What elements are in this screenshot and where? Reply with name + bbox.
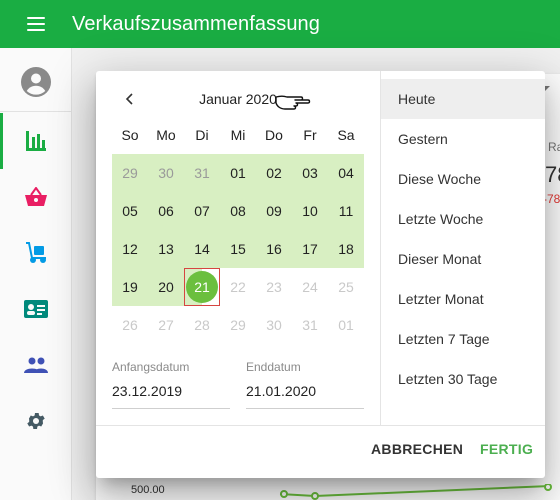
calendar-day[interactable]: 10: [292, 192, 328, 230]
pointing-hand-cursor-icon: [275, 95, 311, 110]
nav-customers[interactable]: [0, 337, 72, 393]
background-chart-line: [279, 484, 552, 500]
weekday-label: So: [121, 127, 139, 143]
calendar-day[interactable]: 11: [328, 192, 364, 230]
calendar-header: Januar 2020: [96, 83, 380, 115]
start-date-field[interactable]: 23.12.2019: [112, 383, 182, 399]
calendar-day[interactable]: 19: [112, 268, 148, 306]
nav-settings[interactable]: [0, 393, 72, 449]
calendar-day: 23: [266, 279, 282, 295]
calendar-day[interactable]: 08: [220, 192, 256, 230]
page-title: Verkaufszusammenfassung: [72, 12, 320, 35]
summary-label: Rab: [548, 140, 560, 154]
calendar-day[interactable]: 13: [148, 230, 184, 268]
done-button[interactable]: FERTIG: [480, 441, 533, 457]
calendar-day: 26: [122, 317, 138, 333]
preset-last-week[interactable]: Letzte Woche: [381, 199, 545, 239]
preset-last-month[interactable]: Letzter Monat: [381, 279, 545, 319]
nav-delivery[interactable]: [0, 225, 72, 281]
cancel-button[interactable]: ABBRECHEN: [371, 441, 463, 457]
calendar-day[interactable]: 05: [112, 192, 148, 230]
nav-shop[interactable]: [0, 169, 72, 225]
side-nav: [0, 48, 72, 500]
calendar-day[interactable]: 18: [328, 230, 364, 268]
calendar-day[interactable]: 02: [256, 154, 292, 192]
id-card-icon: [24, 300, 48, 318]
weekday-label: Mi: [230, 127, 246, 143]
calendar-day: 28: [194, 317, 210, 333]
calendar-day[interactable]: 03: [292, 154, 328, 192]
calendar-day-selected[interactable]: 21: [184, 268, 220, 306]
preset-this-month[interactable]: Dieser Monat: [381, 239, 545, 279]
app-bar: Verkaufszusammenfassung: [0, 0, 560, 48]
nav-employees[interactable]: [0, 281, 72, 337]
calendar-day[interactable]: 31: [184, 154, 220, 192]
dialog-actions: ABBRECHEN FERTIG: [96, 425, 545, 478]
weekday-label: Sa: [337, 127, 355, 143]
hand-truck-icon: [26, 242, 46, 263]
weekday-label: Mo: [156, 127, 176, 143]
weekday-label: Fr: [303, 127, 317, 143]
calendar-day[interactable]: 07: [184, 192, 220, 230]
preset-last-7-days[interactable]: Letzten 7 Tage: [381, 319, 545, 359]
account-circle-icon: [21, 66, 51, 97]
calendar-day[interactable]: 29: [112, 154, 148, 192]
weekday-label: Di: [195, 127, 209, 143]
date-range-dialog: Januar 2020 So Mo Di Mi Do Fr Sa 29 30 3…: [96, 71, 545, 478]
shopping-basket-icon: [25, 187, 47, 206]
bar-chart-icon: [26, 131, 46, 151]
calendar-day: 27: [158, 317, 174, 333]
calendar-day[interactable]: 14: [184, 230, 220, 268]
calendar-day[interactable]: 04: [328, 154, 364, 192]
end-date-underline: [246, 408, 364, 409]
calendar-day: 30: [266, 317, 282, 333]
calendar-day: 29: [230, 317, 246, 333]
calendar-day[interactable]: 12: [112, 230, 148, 268]
summary-change: -78: [543, 192, 560, 206]
preset-today[interactable]: Heute: [381, 79, 545, 119]
weekday-label: Do: [265, 127, 283, 143]
calendar-day[interactable]: 06: [148, 192, 184, 230]
menu-button[interactable]: [0, 0, 72, 48]
calendar-day: 31: [302, 317, 318, 333]
nav-sales-summary[interactable]: [0, 113, 72, 169]
calendar-day: 24: [302, 279, 318, 295]
calendar-day: 25: [338, 279, 354, 295]
settings-icon: [27, 413, 45, 429]
calendar-day[interactable]: 01: [220, 154, 256, 192]
end-date-field[interactable]: 21.01.2020: [246, 383, 316, 399]
calendar-day[interactable]: 15: [220, 230, 256, 268]
preset-yesterday[interactable]: Gestern: [381, 119, 545, 159]
month-label: Januar 2020: [199, 91, 277, 107]
summary-value: 78: [545, 162, 560, 187]
calendar-day[interactable]: 20: [148, 268, 184, 306]
preset-last-30-days[interactable]: Letzten 30 Tage: [381, 359, 545, 399]
end-date-label: Enddatum: [246, 360, 301, 374]
preset-list: Heute Gestern Diese Woche Letzte Woche D…: [380, 71, 545, 425]
chart-axis-tick: 500.00: [131, 484, 165, 496]
start-date-label: Anfangsdatum: [112, 360, 190, 374]
hamburger-icon: [27, 17, 45, 31]
preset-this-week[interactable]: Diese Woche: [381, 159, 545, 199]
start-date-underline: [112, 408, 230, 409]
calendar-day: 22: [230, 279, 246, 295]
calendar-day[interactable]: 09: [256, 192, 292, 230]
people-icon: [24, 357, 48, 373]
calendar-day: 01: [338, 317, 354, 333]
calendar-pane: Januar 2020 So Mo Di Mi Do Fr Sa 29 30 3…: [96, 71, 380, 425]
calendar-day[interactable]: 30: [148, 154, 184, 192]
calendar-day[interactable]: 17: [292, 230, 328, 268]
nav-profile[interactable]: [0, 52, 72, 112]
calendar-day[interactable]: 16: [256, 230, 292, 268]
